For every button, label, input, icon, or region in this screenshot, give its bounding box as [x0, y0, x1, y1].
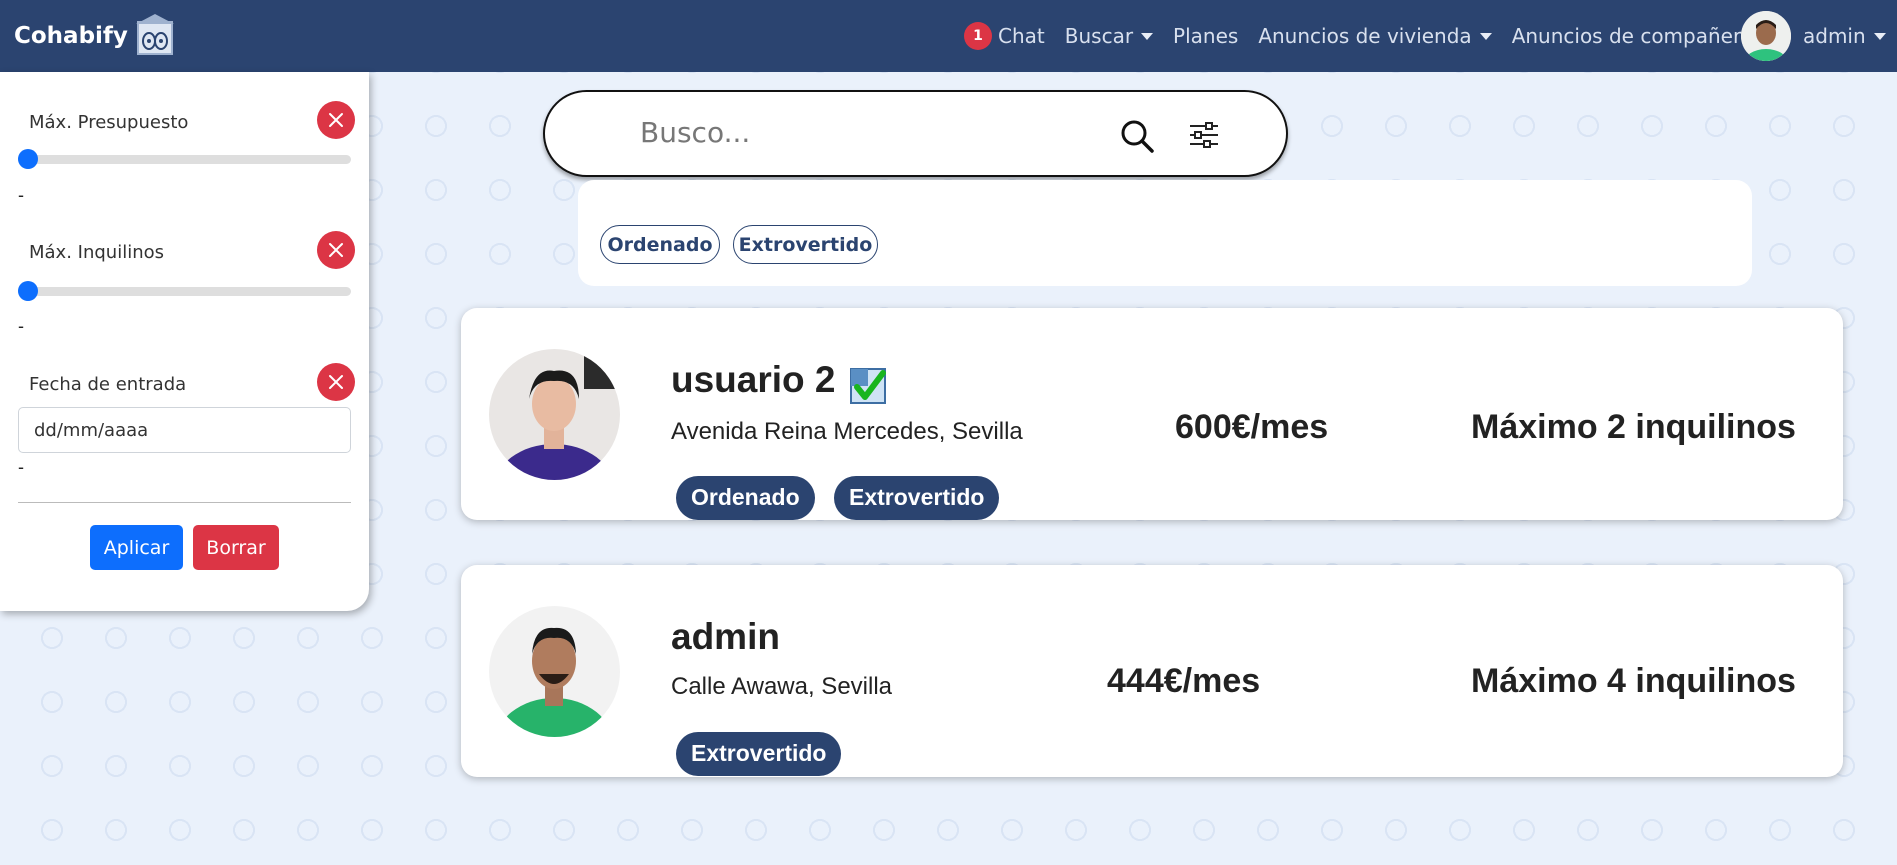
result-card[interactable]: usuario 2 Avenida Reina Mercedes, Sevill…	[461, 308, 1843, 520]
profile-tag: Extrovertido	[676, 732, 842, 776]
clear-date-button[interactable]	[317, 363, 355, 401]
profile-address: Avenida Reina Mercedes, Sevilla	[671, 418, 1023, 445]
chat-unread-badge: 1	[964, 22, 992, 50]
budget-value: -	[18, 185, 24, 205]
filter-sidebar: Máx. Presupuesto - Máx. Inquilinos - Fec…	[0, 72, 369, 611]
profile-name: usuario 2	[671, 359, 836, 400]
profile-photo	[489, 349, 620, 480]
nav-roommate-ads-label: Anuncios de compañero	[1511, 24, 1753, 48]
clear-budget-button[interactable]	[317, 101, 355, 139]
tenants-slider[interactable]	[18, 281, 351, 301]
profile-max-tenants: Máximo 2 inquilinos	[1471, 408, 1796, 446]
user-name: admin	[1803, 24, 1866, 48]
profile-address: Calle Awawa, Sevilla	[671, 673, 893, 700]
date-value: -	[18, 457, 24, 477]
profile-tag: Ordenado	[676, 476, 815, 520]
budget-slider-thumb[interactable]	[18, 149, 38, 169]
sliders-icon[interactable]	[1188, 119, 1220, 151]
nav-housing-ads-label: Anuncios de vivienda	[1258, 24, 1472, 48]
filter-divider	[18, 502, 351, 503]
entry-date-input[interactable]: dd/mm/aaaa	[18, 407, 351, 453]
close-icon	[329, 375, 343, 389]
profile-photo	[489, 606, 620, 737]
tag-chip-extrovertido[interactable]: Extrovertido	[733, 225, 878, 264]
tag-chip-ordenado[interactable]: Ordenado	[600, 225, 720, 264]
nav-search-dropdown[interactable]: Buscar	[1064, 24, 1154, 48]
chevron-down-icon	[1873, 32, 1886, 40]
brand-name: Cohabify	[14, 23, 128, 49]
brand[interactable]: Cohabify	[14, 14, 178, 58]
top-navbar: Cohabify 1 Chat Buscar Planes Anuncios d…	[0, 0, 1897, 72]
active-tags-panel: Ordenado Extrovertido	[578, 180, 1752, 286]
chevron-down-icon	[1141, 32, 1154, 40]
budget-filter-label: Máx. Presupuesto	[29, 112, 189, 133]
tenants-value: -	[18, 316, 24, 336]
close-icon	[329, 113, 343, 127]
tenants-filter-label: Máx. Inquilinos	[29, 242, 165, 263]
nav-housing-ads-dropdown[interactable]: Anuncios de vivienda	[1258, 24, 1492, 48]
profile-price: 444€/mes	[1107, 662, 1261, 700]
search-bar[interactable]: Busco...	[543, 90, 1288, 177]
chevron-down-icon	[1479, 32, 1492, 40]
search-input[interactable]: Busco...	[640, 116, 750, 149]
apply-filters-button[interactable]: Aplicar	[90, 525, 183, 570]
profile-name: admin	[671, 616, 780, 657]
nav-roommate-ads-dropdown[interactable]: Anuncios de compañero	[1512, 24, 1773, 48]
nav-search-label: Buscar	[1064, 24, 1134, 48]
date-filter-label: Fecha de entrada	[29, 374, 187, 395]
tenants-slider-thumb[interactable]	[18, 281, 38, 301]
profile-price: 600€/mes	[1175, 408, 1329, 446]
nav-chat[interactable]: 1 Chat	[964, 22, 1045, 50]
clear-filters-button[interactable]: Borrar	[193, 525, 279, 570]
profile-max-tenants: Máximo 4 inquilinos	[1471, 662, 1796, 700]
cohabify-logo-icon	[132, 14, 178, 58]
nav-items: 1 Chat Buscar Planes Anuncios de viviend…	[964, 0, 1793, 72]
budget-slider[interactable]	[18, 149, 351, 169]
entry-date-placeholder: dd/mm/aaaa	[34, 419, 149, 441]
search-icon[interactable]	[1119, 118, 1155, 154]
profile-tag: Extrovertido	[834, 476, 1000, 520]
close-icon	[329, 243, 343, 257]
nav-plans[interactable]: Planes	[1173, 24, 1238, 48]
result-card[interactable]: admin Calle Awawa, Sevilla 444€/mes Máxi…	[461, 565, 1843, 777]
nav-plans-label: Planes	[1173, 24, 1239, 48]
verified-check-icon	[850, 368, 886, 404]
nav-chat-label: Chat	[998, 24, 1045, 48]
user-avatar	[1741, 11, 1791, 61]
clear-tenants-button[interactable]	[317, 231, 355, 269]
user-menu-dropdown[interactable]: admin	[1741, 10, 1886, 62]
